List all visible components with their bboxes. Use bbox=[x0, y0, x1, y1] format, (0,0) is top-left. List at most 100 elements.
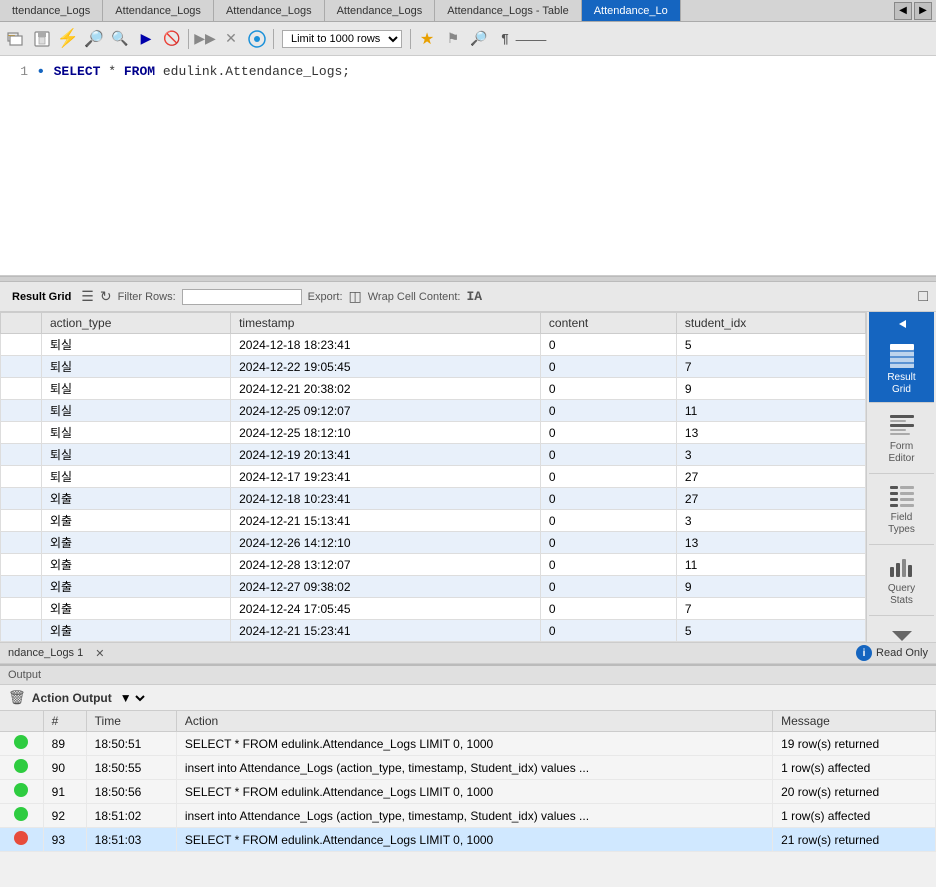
sql-editor[interactable]: 1 • SELECT * FROM edulink.Attendance_Log… bbox=[0, 56, 936, 276]
table-row[interactable]: 외출2024-12-21 15:23:4105 bbox=[1, 620, 866, 642]
bookmark-btn[interactable]: ⚑ bbox=[441, 27, 465, 51]
cell-student_idx: 27 bbox=[676, 488, 865, 510]
table-row[interactable]: 외출2024-12-27 09:38:0209 bbox=[1, 576, 866, 598]
action-output-label: Action Output bbox=[32, 691, 112, 705]
table-row[interactable]: 퇴실2024-12-17 19:23:41027 bbox=[1, 466, 866, 488]
sql-table-name: edulink.Attendance_Logs; bbox=[163, 64, 350, 79]
cell-timestamp: 2024-12-18 18:23:41 bbox=[231, 334, 541, 356]
tab-5[interactable]: Attendance_Logs - Table bbox=[435, 0, 582, 21]
cell-timestamp: 2024-12-24 17:05:45 bbox=[231, 598, 541, 620]
output-status-cell bbox=[0, 780, 43, 804]
find-btn[interactable]: 🔎 bbox=[467, 27, 491, 51]
sidebar-result-grid[interactable]: ResultGrid bbox=[869, 336, 934, 403]
sidebar-field-types[interactable]: FieldTypes bbox=[869, 474, 934, 545]
row-num bbox=[1, 400, 42, 422]
row-num bbox=[1, 378, 42, 400]
output-col-message[interactable]: Message bbox=[773, 711, 936, 732]
output-row[interactable]: 9118:50:56SELECT * FROM edulink.Attendan… bbox=[0, 780, 936, 804]
stop-btn[interactable]: 🚫 bbox=[160, 27, 184, 51]
output-row[interactable]: 9318:51:03SELECT * FROM edulink.Attendan… bbox=[0, 828, 936, 852]
table-row[interactable]: 외출2024-12-18 10:23:41027 bbox=[1, 488, 866, 510]
sidebar-result-grid-label: ResultGrid bbox=[887, 372, 915, 396]
status-dot bbox=[14, 783, 28, 797]
wrap-icon[interactable]: IA bbox=[466, 289, 482, 304]
limit-select[interactable]: Limit to 1000 rows bbox=[282, 30, 402, 48]
table-row[interactable]: 퇴실2024-12-19 20:13:4103 bbox=[1, 444, 866, 466]
export-label: Export: bbox=[308, 291, 343, 303]
output-dropdown-group: Action Output ▼ bbox=[32, 690, 148, 706]
commit-btn[interactable]: ▶▶ bbox=[193, 27, 217, 51]
save-btn[interactable] bbox=[30, 27, 54, 51]
cell-action_type: 퇴실 bbox=[42, 356, 231, 378]
table-row[interactable]: 퇴실2024-12-21 20:38:0209 bbox=[1, 378, 866, 400]
output-cell-action: insert into Attendance_Logs (action_type… bbox=[176, 756, 772, 780]
tab-next-btn[interactable]: ▶ bbox=[914, 2, 932, 20]
cell-content: 0 bbox=[540, 422, 676, 444]
schema-btn[interactable] bbox=[245, 27, 269, 51]
sidebar-query-stats[interactable]: QueryStats bbox=[869, 545, 934, 616]
table-row[interactable]: 외출2024-12-28 13:12:07011 bbox=[1, 554, 866, 576]
open-file-btn[interactable] bbox=[4, 27, 28, 51]
col-header-timestamp[interactable]: timestamp bbox=[231, 313, 541, 334]
output-row[interactable]: 8918:50:51SELECT * FROM edulink.Attendan… bbox=[0, 732, 936, 756]
output-col-action[interactable]: Action bbox=[176, 711, 772, 732]
filter-input[interactable] bbox=[182, 289, 302, 305]
table-row[interactable]: 퇴실2024-12-22 19:05:4507 bbox=[1, 356, 866, 378]
layout-icon[interactable]: □ bbox=[918, 288, 928, 306]
col-header-student-idx[interactable]: student_idx bbox=[676, 313, 865, 334]
table-row[interactable]: 외출2024-12-26 14:12:10013 bbox=[1, 532, 866, 554]
table-row[interactable]: 외출2024-12-21 15:13:4103 bbox=[1, 510, 866, 532]
sidebar-form-editor-label: FormEditor bbox=[888, 441, 914, 465]
reconnect-btn[interactable]: ▶ bbox=[134, 27, 158, 51]
table-row[interactable]: 외출2024-12-24 17:05:4507 bbox=[1, 598, 866, 620]
output-toolbar: 🗑 Action Output ▼ bbox=[0, 685, 936, 711]
action-output-select[interactable]: ▼ bbox=[116, 690, 148, 706]
cell-student_idx: 27 bbox=[676, 466, 865, 488]
cell-student_idx: 13 bbox=[676, 532, 865, 554]
tab-3[interactable]: Attendance_Logs bbox=[214, 0, 325, 21]
output-col-time[interactable]: Time bbox=[86, 711, 176, 732]
result-grid-btn[interactable]: Result Grid bbox=[8, 289, 75, 305]
cell-student_idx: 5 bbox=[676, 334, 865, 356]
refresh-icon[interactable]: ↻ bbox=[100, 288, 112, 305]
filter-label: Filter Rows: bbox=[118, 291, 176, 303]
cell-student_idx: 13 bbox=[676, 422, 865, 444]
result-tab-label[interactable]: ndance_Logs 1 bbox=[8, 647, 83, 659]
execute-btn[interactable]: ⚡ bbox=[56, 27, 80, 51]
search-btn[interactable]: 🔍 bbox=[108, 27, 132, 51]
cell-content: 0 bbox=[540, 334, 676, 356]
sidebar-collapse-btn[interactable] bbox=[869, 312, 934, 336]
tab-prev-btn[interactable]: ◀ bbox=[894, 2, 912, 20]
explain-btn[interactable]: 🔎 bbox=[82, 27, 106, 51]
cell-timestamp: 2024-12-26 14:12:10 bbox=[231, 532, 541, 554]
output-col-num[interactable]: # bbox=[43, 711, 86, 732]
sql-text: SELECT * FROM edulink.Attendance_Logs; bbox=[54, 62, 351, 82]
tab-4[interactable]: Attendance_Logs bbox=[325, 0, 436, 21]
export-icon[interactable]: ◫ bbox=[349, 288, 362, 305]
format-btn[interactable]: ¶ bbox=[493, 27, 517, 51]
table-row[interactable]: 퇴실2024-12-25 09:12:07011 bbox=[1, 400, 866, 422]
table-row[interactable]: 퇴실2024-12-25 18:12:10013 bbox=[1, 422, 866, 444]
cell-timestamp: 2024-12-25 09:12:07 bbox=[231, 400, 541, 422]
tab-2[interactable]: Attendance_Logs bbox=[103, 0, 214, 21]
sidebar-form-editor[interactable]: FormEditor bbox=[869, 403, 934, 474]
result-tab-close[interactable]: ✕ bbox=[95, 647, 104, 660]
cell-action_type: 퇴실 bbox=[42, 334, 231, 356]
trash-icon[interactable]: 🗑 bbox=[8, 689, 26, 706]
table-row[interactable]: 퇴실2024-12-18 18:23:4105 bbox=[1, 334, 866, 356]
readonly-label: Read Only bbox=[876, 647, 928, 659]
rollback-btn[interactable]: ✕ bbox=[219, 27, 243, 51]
output-row[interactable]: 9018:50:55insert into Attendance_Logs (a… bbox=[0, 756, 936, 780]
tab-1[interactable]: ttendance_Logs bbox=[0, 0, 103, 21]
col-header-content[interactable]: content bbox=[540, 313, 676, 334]
output-row[interactable]: 9218:51:02insert into Attendance_Logs (a… bbox=[0, 804, 936, 828]
result-table-area[interactable]: action_type timestamp content student_id… bbox=[0, 312, 866, 642]
cell-content: 0 bbox=[540, 400, 676, 422]
row-num bbox=[1, 510, 42, 532]
star-btn[interactable]: ★ bbox=[415, 27, 439, 51]
tab-6[interactable]: Attendance_Lo bbox=[582, 0, 681, 21]
col-header-action-type[interactable]: action_type bbox=[42, 313, 231, 334]
cell-content: 0 bbox=[540, 466, 676, 488]
export-btn[interactable]: ⸻ bbox=[519, 27, 543, 51]
cell-content: 0 bbox=[540, 598, 676, 620]
